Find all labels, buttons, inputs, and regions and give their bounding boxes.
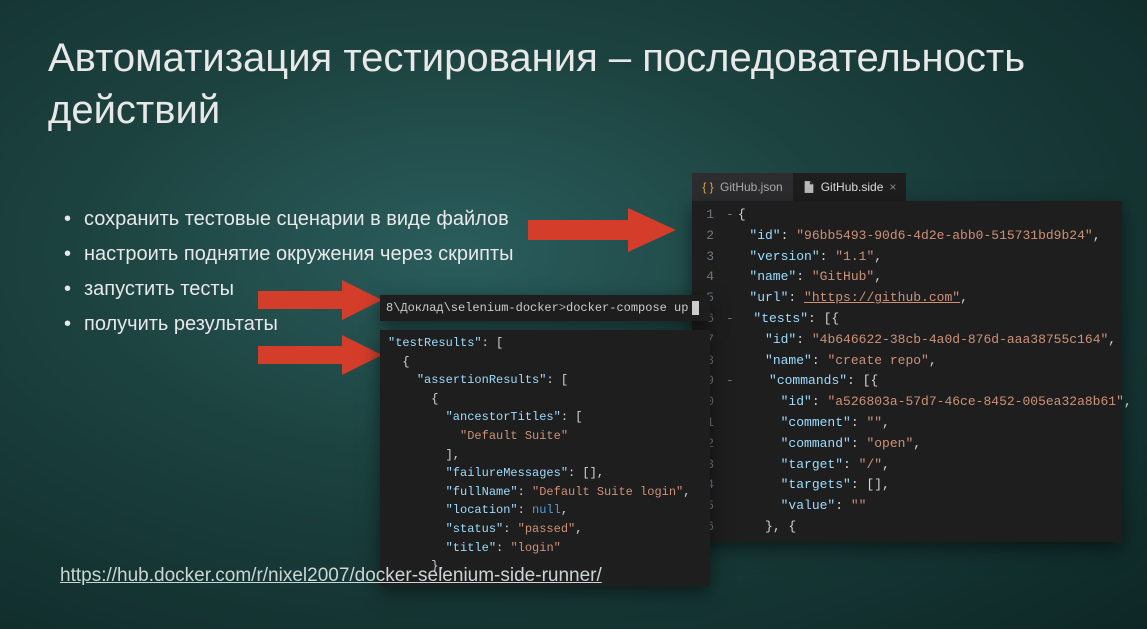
code-line: 5 "url": "https://github.com", <box>692 288 1122 309</box>
cursor-icon <box>692 301 699 315</box>
bullet-list: сохранить тестовые сценарии в виде файло… <box>64 208 514 348</box>
file-icon <box>803 181 815 193</box>
code-line: 9- "commands": [{ <box>692 371 1122 392</box>
code-line: 16 }, { <box>692 517 1122 538</box>
code-line: { <box>388 353 702 372</box>
code-line: "fullName": "Default Suite login", <box>388 483 702 502</box>
code-line: 10 "id": "a526803a-57d7-46ce-8452-005ea3… <box>692 392 1122 413</box>
docker-hub-link[interactable]: https://hub.docker.com/r/nixel2007/docke… <box>60 565 602 587</box>
code-side-file: 1-{2 "id": "96bb5493-90d6-4d2e-abb0-5157… <box>692 201 1122 542</box>
code-line: "ancestorTitles": [ <box>388 408 702 427</box>
code-line: 4 "name": "GitHub", <box>692 267 1122 288</box>
code-line: 12 "command": "open", <box>692 434 1122 455</box>
code-line: 7 "id": "4b646622-38cb-4a0d-876d-aaa3875… <box>692 330 1122 351</box>
code-line: 1-{ <box>692 205 1122 226</box>
arrow-icon <box>528 208 676 252</box>
bullet-item-1: сохранить тестовые сценарии в виде файло… <box>64 208 514 231</box>
tab-github-side[interactable]: GitHub.side × <box>793 173 907 201</box>
code-line: "testResults": [ <box>388 334 702 353</box>
close-icon[interactable]: × <box>889 180 896 194</box>
arrow-icon <box>258 335 382 375</box>
code-line: 3 "version": "1.1", <box>692 247 1122 268</box>
bullet-item-2: настроить поднятие окружения через скрип… <box>64 243 514 266</box>
terminal-snippet: 8\Доклад\selenium-docker>docker-compose … <box>380 295 710 321</box>
tab-github-json[interactable]: { } GitHub.json <box>692 173 793 201</box>
code-line: 8 "name": "create repo", <box>692 351 1122 372</box>
arrow-icon <box>258 280 382 320</box>
code-line: "Default Suite" <box>388 427 702 446</box>
code-line: 11 "comment": "", <box>692 413 1122 434</box>
code-line: 6- "tests": [{ <box>692 309 1122 330</box>
code-line: "failureMessages": [], <box>388 464 702 483</box>
slide-title: Автоматизация тестирования – последовате… <box>48 32 1099 136</box>
code-line: "assertionResults": [ <box>388 371 702 390</box>
tab-label: GitHub.json <box>720 180 783 194</box>
code-line: 13 "target": "/", <box>692 455 1122 476</box>
terminal-path: 8\Доклад\selenium-docker <box>386 301 559 315</box>
code-line: "location": null, <box>388 501 702 520</box>
code-results: "testResults": [ { "assertionResults": [… <box>380 330 710 586</box>
terminal-command: docker-compose up <box>566 301 688 315</box>
code-line: { <box>388 390 702 409</box>
editor-tabs: { } GitHub.json GitHub.side × <box>692 173 906 201</box>
code-line: 2 "id": "96bb5493-90d6-4d2e-abb0-515731b… <box>692 226 1122 247</box>
code-line: ], <box>388 446 702 465</box>
json-icon: { } <box>702 181 714 193</box>
code-line: "status": "passed", <box>388 520 702 539</box>
code-line: 14 "targets": [], <box>692 475 1122 496</box>
code-line: "title": "login" <box>388 539 702 558</box>
code-line: 15 "value": "" <box>692 496 1122 517</box>
tab-label: GitHub.side <box>821 180 884 194</box>
